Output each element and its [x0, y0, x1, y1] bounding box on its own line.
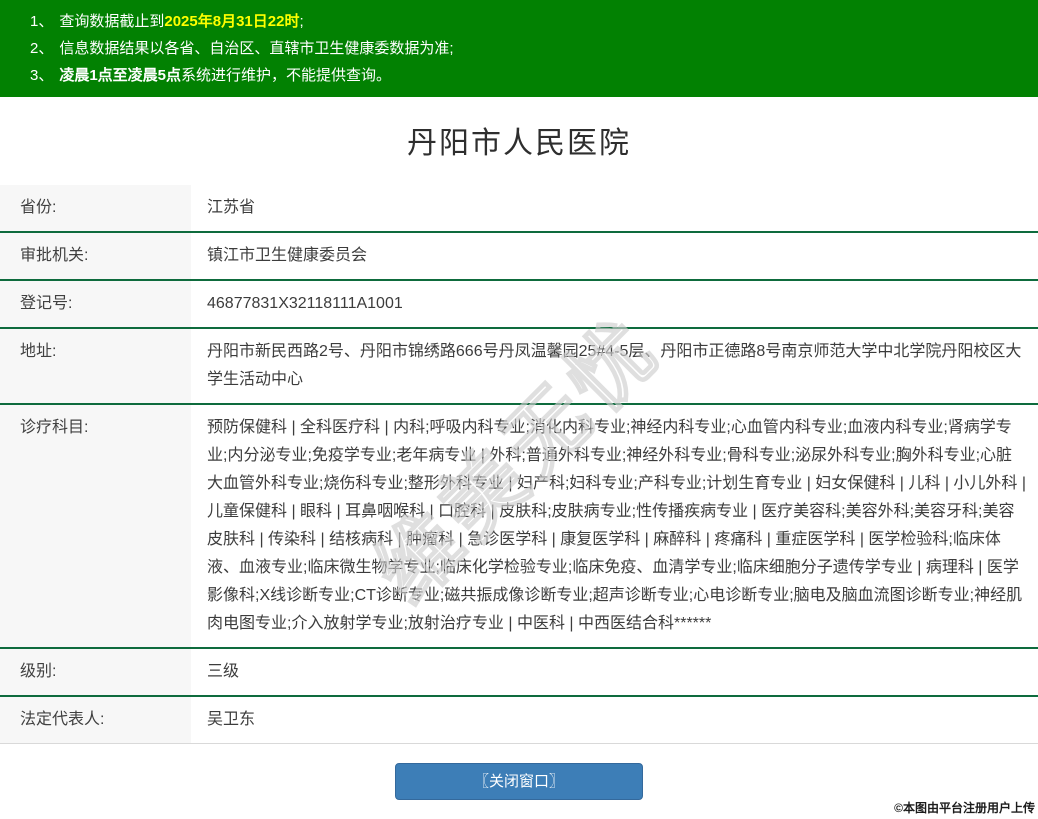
- row-label: 审批机关:: [0, 232, 191, 280]
- row-value: 江苏省: [207, 199, 256, 216]
- row-label: 登记号:: [0, 280, 191, 328]
- notice-number: 2、: [30, 40, 54, 57]
- table-row-approval-authority: 审批机关: 镇江市卫生健康委员会: [0, 232, 1038, 280]
- row-value: 吴卫东: [207, 711, 256, 728]
- row-value: 预防保健科 | 全科医疗科 | 内科;呼吸内科专业;消化内科专业;神经内科专业;…: [207, 419, 1027, 632]
- row-label: 级别:: [0, 648, 191, 696]
- notice-text: ;: [299, 13, 304, 30]
- button-row: 〖关闭窗口〗: [0, 763, 1038, 800]
- notice-number: 3、: [30, 67, 54, 84]
- row-value: 三级: [207, 663, 240, 680]
- hospital-info-table: 省份: 江苏省 审批机关: 镇江市卫生健康委员会 登记号: 46877831X3…: [0, 185, 1038, 744]
- table-row-address: 地址: 丹阳市新民西路2号、丹阳市锦绣路666号丹凤温馨园25#4-5层、丹阳市…: [0, 328, 1038, 404]
- page-title: 丹阳市人民医院: [407, 127, 631, 160]
- notice-line-2: 2、 信息数据结果以各省、自治区、直辖市卫生健康委数据为准;: [30, 35, 1028, 62]
- row-value: 丹阳市新民西路2号、丹阳市锦绣路666号丹凤温馨园25#4-5层、丹阳市正德路8…: [207, 343, 1022, 388]
- table-row-province: 省份: 江苏省: [0, 185, 1038, 232]
- notice-line-3: 3、 凌晨1点至凌晨5点系统进行维护，不能提供查询。: [30, 62, 1028, 89]
- upload-credit-text: ©本图由平台注册用户上传: [894, 801, 1035, 815]
- notice-highlight-maintenance: 凌晨1点至凌晨5点: [59, 67, 182, 84]
- row-label: 诊疗科目:: [0, 404, 191, 648]
- table-row-registration-number: 登记号: 46877831X32118111A1001: [0, 280, 1038, 328]
- notice-number: 1、: [30, 13, 54, 30]
- row-label: 省份:: [0, 185, 191, 232]
- notice-text: 信息数据结果以各省、自治区、直辖市卫生健康委数据为准;: [59, 40, 454, 57]
- table-row-level: 级别: 三级: [0, 648, 1038, 696]
- row-value: 镇江市卫生健康委员会: [207, 247, 368, 264]
- notice-highlight-date: 2025年8月31日22时: [164, 13, 300, 30]
- row-label: 法定代表人:: [0, 696, 191, 744]
- table-row-medical-departments: 诊疗科目: 预防保健科 | 全科医疗科 | 内科;呼吸内科专业;消化内科专业;神…: [0, 404, 1038, 648]
- row-label: 地址:: [0, 328, 191, 404]
- notice-line-1: 1、 查询数据截止到2025年8月31日22时;: [30, 8, 1028, 35]
- notice-text: 查询数据截止到: [59, 13, 165, 30]
- close-window-button[interactable]: 〖关闭窗口〗: [395, 763, 643, 800]
- notice-banner: 1、 查询数据截止到2025年8月31日22时; 2、 信息数据结果以各省、自治区、…: [0, 0, 1038, 97]
- notice-text: 系统进行维护，不能提供查询。: [181, 67, 392, 84]
- row-value: 46877831X32118111A1001: [207, 295, 403, 312]
- table-row-legal-representative: 法定代表人: 吴卫东: [0, 696, 1038, 744]
